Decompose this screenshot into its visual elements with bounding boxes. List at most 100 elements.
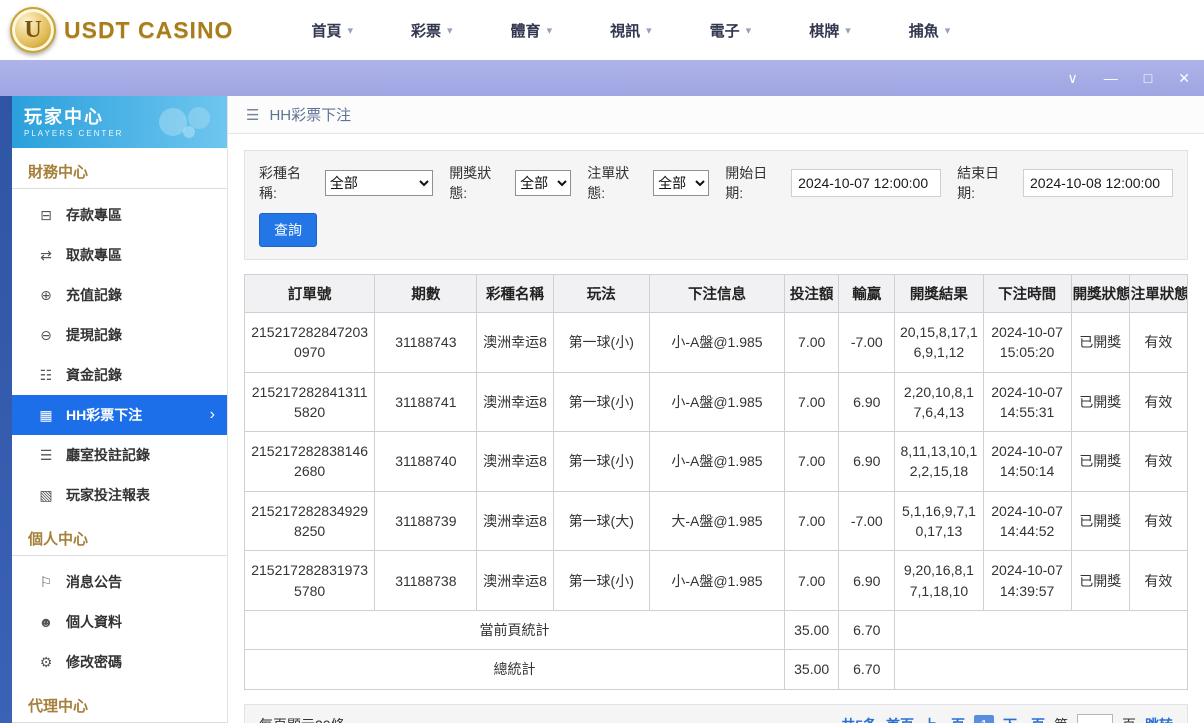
col-header-order-no: 訂單號 <box>243 274 376 313</box>
sidebar-item-announcements[interactable]: ⚐ 消息公告 <box>12 562 227 602</box>
bet-time-cell: 2024-10-07 14:50:14 <box>982 431 1072 492</box>
end-date-label: 結束日期: <box>957 165 1000 201</box>
draw-status-cell: 已開獎 <box>1070 371 1130 433</box>
sidebar-item-label: 提現記錄 <box>66 327 122 343</box>
col-header-play: 玩法 <box>552 274 650 313</box>
bet-info-cell: 小-A盤@1.985 <box>648 550 786 611</box>
lottery-cell: 澳洲幸运8 <box>476 312 554 373</box>
order-no-cell: 2152172828472030970 <box>243 312 376 373</box>
nav-slots[interactable]: 電子 ▾ <box>710 20 752 41</box>
first-page-link[interactable]: 首页 <box>886 715 914 723</box>
query-button[interactable]: 查詢 <box>259 213 317 247</box>
result-cell: 8,11,13,10,12,2,15,18 <box>894 431 984 492</box>
col-header-amount: 投注額 <box>784 274 840 313</box>
maximize-icon[interactable]: □ <box>1144 71 1152 85</box>
play-cell: 第一球(大) <box>552 490 650 552</box>
draw-status-label: 開獎狀態: <box>449 165 492 201</box>
nav-home[interactable]: 首頁 ▾ <box>311 20 353 41</box>
nav-video-label: 視訊 <box>610 22 641 40</box>
nav-lottery[interactable]: 彩票 ▾ <box>411 20 453 41</box>
sidebar-item-recharge-record[interactable]: ⊕ 充值記錄 <box>12 275 227 315</box>
result-cell: 20,15,8,17,16,9,1,12 <box>894 312 984 373</box>
nav-sports-label: 體育 <box>510 22 541 40</box>
jump-page-input[interactable] <box>1077 713 1113 723</box>
total-count: 共5条 <box>841 715 877 723</box>
page-summary-amount: 35.00 <box>784 609 840 651</box>
draw-status-select[interactable]: 全部 <box>515 170 572 196</box>
next-page-link[interactable]: 下一页 <box>1003 715 1045 723</box>
table-row: 2152172828349298250 31188739 澳洲幸运8 第一球(大… <box>243 490 1189 552</box>
play-cell: 第一球(小) <box>552 312 650 373</box>
lottery-cell: 澳洲幸运8 <box>476 371 554 433</box>
start-date-input[interactable] <box>791 169 942 197</box>
nav-fishing[interactable]: 捕魚 ▾ <box>909 20 951 41</box>
bet-time-cell: 2024-10-07 14:39:57 <box>982 550 1072 611</box>
sidebar-item-label: 消息公告 <box>66 574 122 590</box>
sidebar-item-label: HH彩票下注 <box>66 407 143 423</box>
start-date-label: 開始日期: <box>725 165 768 201</box>
col-header-result: 開獎結果 <box>894 274 984 313</box>
sidebar-item-funds-record[interactable]: ☷ 資金記錄 <box>12 355 227 395</box>
bell-icon: ⚐ <box>39 573 53 590</box>
table-row: 2152172828413115820 31188741 澳洲幸运8 第一球(小… <box>243 371 1189 433</box>
chevron-down-icon: ▾ <box>845 24 851 37</box>
order-status-cell: 有效 <box>1128 312 1189 373</box>
sidebar-item-player-report[interactable]: ▧ 玩家投注報表 <box>12 475 227 515</box>
chevron-right-icon: › <box>209 406 215 423</box>
total-summary-label: 總統計 <box>243 649 786 690</box>
sidebar-item-withdraw-record[interactable]: ⊖ 提現記錄 <box>12 315 227 355</box>
lottery-type-select[interactable]: 全部 <box>324 170 434 196</box>
logo[interactable]: U USDT CASINO <box>10 7 233 53</box>
lottery-cell: 澳洲幸运8 <box>476 490 554 552</box>
players-center-header: 玩家中心 PLAYERS CENTER <box>12 96 227 148</box>
amount-cell: 7.00 <box>784 371 840 433</box>
prev-page-link[interactable]: 上一页 <box>923 715 965 723</box>
sidebar-item-room-bet-record[interactable]: ☰ 廳室投註記錄 <box>12 435 227 475</box>
sidebar-item-change-password[interactable]: ⚙ 修改密碼 <box>12 642 227 682</box>
sidebar-item-label: 充值記錄 <box>66 287 122 303</box>
page-summary-label: 當前頁統計 <box>243 609 786 651</box>
close-icon[interactable]: ✕ <box>1178 71 1190 85</box>
end-date-input[interactable] <box>1023 169 1174 197</box>
top-bar: U USDT CASINO 首頁 ▾ 彩票 ▾ 體育 ▾ 視訊 ▾ 電子 ▾ 棋牌 ▾ 捕魚… <box>0 0 1204 60</box>
sidebar-item-deposit[interactable]: ⊟ 存款專區 <box>12 195 227 235</box>
main-content: ☰ HH彩票下注 彩種名稱: 全部 開獎狀態: 全部 注單狀態: 全部 開始日期… <box>228 96 1204 723</box>
lottery-bet-icon: ▦ <box>39 406 53 423</box>
recharge-record-icon: ⊕ <box>40 286 52 303</box>
order-status-cell: 有效 <box>1128 431 1189 492</box>
nav-sports[interactable]: 體育 ▾ <box>511 20 553 41</box>
jump-button[interactable]: 跳转 <box>1145 715 1173 723</box>
play-cell: 第一球(小) <box>552 371 650 433</box>
sidebar-item-hh-lottery-bets[interactable]: ▦ HH彩票下注 › <box>12 395 227 435</box>
gear-icon: ⚙ <box>39 653 53 670</box>
pagination-bar: 每頁顯示20條 共5条 首页 上一页 1 下一页 第 页 跳转 <box>244 703 1188 723</box>
page-summary-empty <box>894 609 1188 651</box>
order-status-select[interactable]: 全部 <box>653 170 710 196</box>
order-no-cell: 2152172828349298250 <box>243 490 376 552</box>
page-title: HH彩票下注 <box>269 107 352 124</box>
amount-cell: 7.00 <box>784 312 840 373</box>
sidebar-item-withdraw[interactable]: ⇄ 取款專區 <box>12 235 227 275</box>
room-bet-record-icon: ☰ <box>39 446 53 463</box>
col-header-bet-info: 下注信息 <box>648 274 786 313</box>
filter-panel: 彩種名稱: 全部 開獎狀態: 全部 注單狀態: 全部 開始日期: 結束日期: 查… <box>244 150 1188 260</box>
hamburger-icon[interactable]: ☰ <box>246 106 259 124</box>
bet-time-cell: 2024-10-07 15:05:20 <box>982 312 1072 373</box>
chevron-down-icon: ▾ <box>745 24 752 37</box>
order-no-cell: 2152172828381462680 <box>243 431 376 492</box>
col-header-order-status: 注單狀態 <box>1128 274 1189 313</box>
nav-boardgames[interactable]: 棋牌 ▾ <box>809 20 851 41</box>
minimize-icon[interactable]: — <box>1104 71 1118 85</box>
total-summary-row: 總統計 35.00 6.70 <box>243 649 1188 690</box>
current-page[interactable]: 1 <box>974 714 994 723</box>
collapse-icon[interactable]: ∨ <box>1068 71 1078 85</box>
total-summary-empty <box>894 649 1188 690</box>
win-loss-cell: 6.90 <box>838 371 896 433</box>
nav-video[interactable]: 視訊 ▾ <box>610 20 652 41</box>
section-personal-title: 個人中心 <box>12 515 227 556</box>
sidebar-item-profile[interactable]: ☻ 個人資料 <box>12 602 227 642</box>
col-header-draw-status: 開獎狀態 <box>1070 274 1130 313</box>
period-cell: 31188741 <box>374 371 478 433</box>
chevron-down-icon: ▾ <box>347 24 353 37</box>
col-header-lottery: 彩種名稱 <box>476 274 554 313</box>
